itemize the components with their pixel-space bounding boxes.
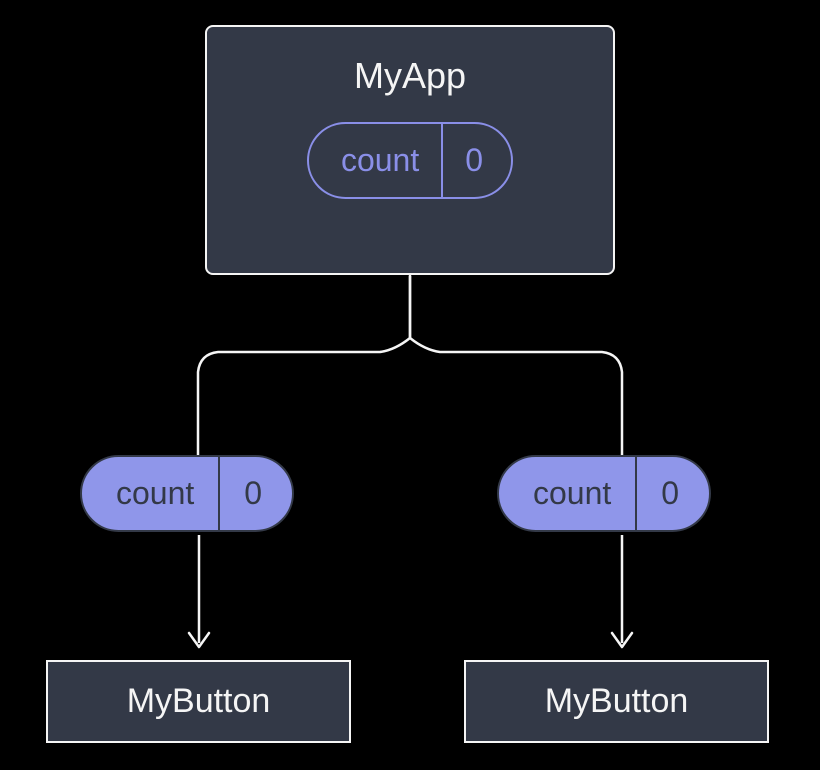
- state-value: 0: [443, 124, 511, 197]
- child-component-box-right: MyButton: [464, 660, 769, 743]
- prop-value: 0: [220, 457, 292, 530]
- parent-component-title: MyApp: [354, 55, 466, 97]
- parent-component-box: MyApp count 0: [205, 25, 615, 275]
- child-component-title: MyButton: [127, 682, 271, 721]
- state-label: count: [309, 124, 443, 197]
- prop-pill-right: count 0: [497, 455, 711, 532]
- arrow-left: [185, 535, 215, 665]
- prop-label: count: [82, 457, 220, 530]
- child-component-box-left: MyButton: [46, 660, 351, 743]
- arrow-right: [608, 535, 638, 665]
- prop-value: 0: [637, 457, 709, 530]
- parent-state-pill: count 0: [307, 122, 513, 199]
- child-component-title: MyButton: [545, 682, 689, 721]
- prop-label: count: [499, 457, 637, 530]
- prop-pill-left: count 0: [80, 455, 294, 532]
